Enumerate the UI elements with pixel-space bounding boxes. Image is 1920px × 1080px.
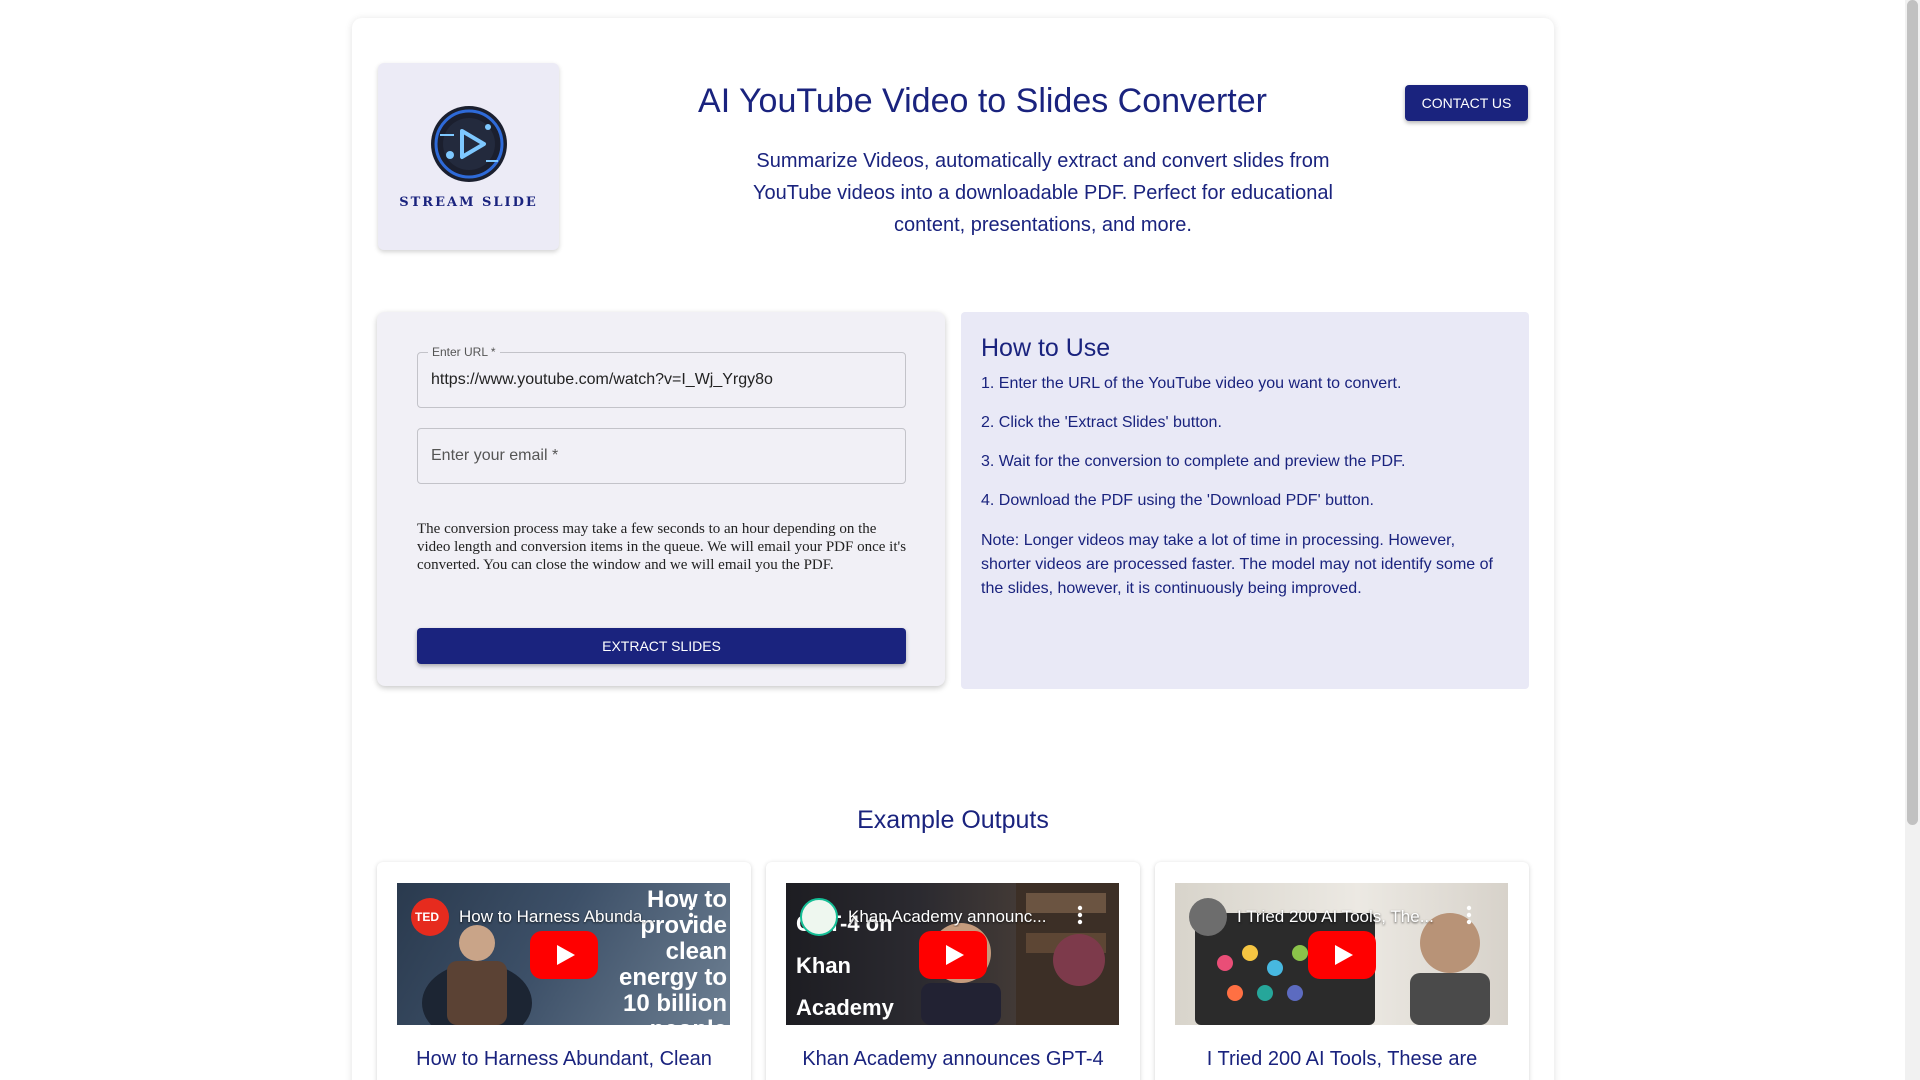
- example-card: I Tried 200 AI Tools, The... I Tried 200…: [1155, 862, 1529, 1080]
- example-caption[interactable]: Khan Academy announces GPT-4: [776, 1048, 1130, 1071]
- logo-text: STREAM SLIDE: [399, 195, 538, 210]
- email-field[interactable]: [417, 428, 906, 484]
- url-field[interactable]: Enter URL *: [417, 345, 906, 408]
- example-caption[interactable]: How to Harness Abundant, Clean: [387, 1048, 741, 1071]
- video-title[interactable]: Khan Academy announc...: [848, 907, 1068, 927]
- play-button-icon[interactable]: [919, 931, 987, 979]
- contact-us-button[interactable]: CONTACT US: [1405, 85, 1528, 121]
- conversion-note: The conversion process may take a few se…: [417, 521, 907, 573]
- extract-form-card: Enter URL * The conversion process may t…: [377, 312, 945, 686]
- extract-slides-button[interactable]: EXTRACT SLIDES: [417, 628, 906, 664]
- play-button-icon[interactable]: [1308, 931, 1376, 979]
- scrollbar-thumb[interactable]: [1907, 0, 1918, 825]
- video-title[interactable]: How to Harness Abunda...: [459, 907, 679, 927]
- example-caption[interactable]: I Tried 200 AI Tools, These are: [1165, 1048, 1519, 1071]
- logo-icon: [430, 106, 507, 182]
- page-subtitle: Summarize Videos, automatically extract …: [752, 150, 1333, 236]
- page-scrollbar[interactable]: [1905, 0, 1920, 1080]
- more-options-icon[interactable]: [688, 905, 694, 925]
- email-input[interactable]: [418, 429, 905, 483]
- how-to-note: Note: Longer videos may take a lot of ti…: [981, 532, 1493, 597]
- more-options-icon[interactable]: [1077, 905, 1083, 925]
- page-title: AI YouTube Video to Slides Converter: [698, 82, 1267, 120]
- how-to-step: 1. Enter the URL of the YouTube video yo…: [981, 375, 1402, 392]
- more-options-icon[interactable]: [1466, 905, 1472, 925]
- logo-card[interactable]: STREAM SLIDE: [378, 63, 559, 250]
- example-card: GPT-4 on Khan Academy Khan Academy annou…: [766, 862, 1140, 1080]
- channel-avatar[interactable]: TED: [411, 898, 449, 936]
- video-title[interactable]: I Tried 200 AI Tools, The...: [1237, 907, 1457, 927]
- how-to-use-panel: How to Use 1. Enter the URL of the YouTu…: [961, 312, 1529, 689]
- how-to-step: 2. Click the 'Extract Slides' button.: [981, 414, 1222, 431]
- video-embed[interactable]: How to provide clean energy to 10 billio…: [397, 883, 730, 1025]
- example-card: How to provide clean energy to 10 billio…: [377, 862, 751, 1080]
- play-button-icon[interactable]: [530, 931, 598, 979]
- channel-avatar[interactable]: [800, 898, 838, 936]
- how-to-step: 4. Download the PDF using the 'Download …: [981, 492, 1374, 509]
- channel-avatar[interactable]: [1189, 898, 1227, 936]
- video-embed[interactable]: GPT-4 on Khan Academy Khan Academy annou…: [786, 883, 1119, 1025]
- url-input[interactable]: [418, 353, 905, 407]
- how-to-use-title: How to Use: [981, 334, 1111, 362]
- video-embed[interactable]: I Tried 200 AI Tools, The...: [1175, 883, 1508, 1025]
- how-to-step: 3. Wait for the conversion to complete a…: [981, 453, 1406, 470]
- examples-title: Example Outputs: [857, 806, 1049, 834]
- channel-name: TED: [415, 910, 439, 924]
